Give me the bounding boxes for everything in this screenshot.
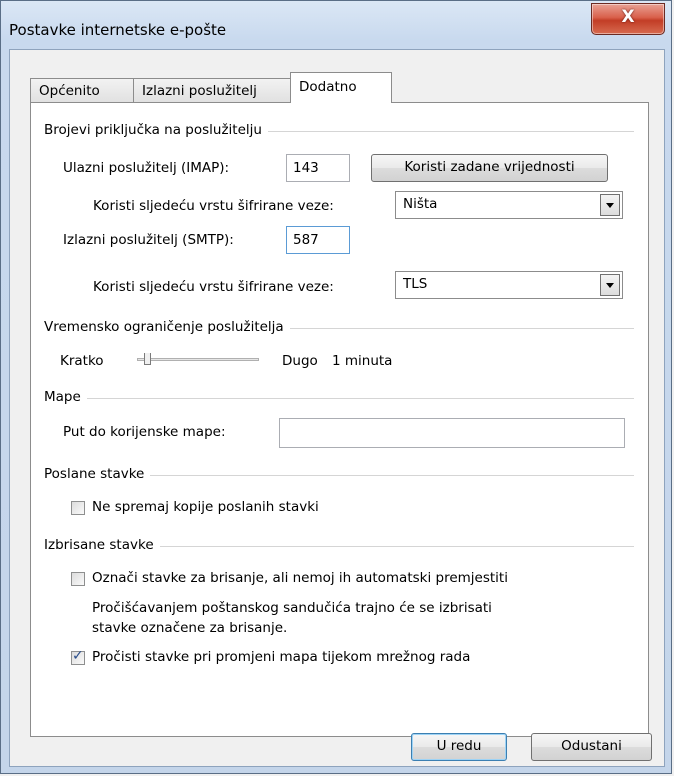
purge-note-line2: stavke označene za brisanje. [92, 620, 288, 636]
section-title: Poslane stavke [44, 466, 145, 482]
section-title: Vremensko ograničenje poslužitelja [44, 319, 284, 335]
section-divider [86, 397, 634, 399]
sent-section-header: Poslane stavke [44, 465, 634, 483]
section-divider [267, 130, 634, 132]
dialog-client: Općenito Izlazni poslužitelj Dodatno Bro… [9, 49, 665, 767]
timeout-slider-track[interactable] [137, 358, 259, 361]
section-divider [289, 327, 634, 329]
root-folder-input[interactable] [279, 418, 625, 448]
incoming-encryption-value: Ništa [403, 196, 438, 212]
timeout-value: 1 minuta [332, 353, 393, 369]
incoming-encryption-label: Koristi sljedeću vrstu šifrirane veze: [93, 198, 334, 214]
outgoing-encryption-label: Koristi sljedeću vrstu šifrirane veze: [93, 279, 334, 295]
section-title: Brojevi priključka na poslužitelju [44, 122, 262, 138]
incoming-port-input[interactable]: 143 [286, 154, 350, 182]
timeout-section-header: Vremensko ograničenje poslužitelja [44, 318, 634, 336]
outgoing-port-input[interactable]: 587 [286, 226, 350, 254]
close-button[interactable]: X [591, 3, 665, 35]
timeout-short-label: Kratko [60, 353, 104, 369]
tab-general[interactable]: Općenito [30, 78, 134, 102]
use-defaults-button[interactable]: Koristi zadane vrijednosti [371, 154, 608, 182]
chevron-down-icon[interactable] [600, 194, 620, 216]
outgoing-encryption-value: TLS [403, 276, 428, 292]
folders-section-header: Mape [44, 388, 634, 406]
mark-for-deletion-label[interactable]: Označi stavke za brisanje, ali nemoj ih … [92, 570, 508, 586]
tab-outgoing-server[interactable]: Izlazni poslužitelj [133, 78, 291, 102]
cancel-button[interactable]: Odustani [531, 733, 652, 761]
window-title: Postavke internetske e-pošte [9, 21, 227, 39]
chevron-down-icon[interactable] [600, 274, 620, 296]
outgoing-server-label: Izlazni poslužitelj (SMTP): [63, 232, 234, 248]
timeout-slider-thumb[interactable] [144, 353, 151, 365]
purge-items-label[interactable]: Pročisti stavke pri promjeni mapa tijeko… [92, 649, 470, 665]
no-sent-copy-checkbox[interactable] [71, 501, 85, 515]
incoming-server-label: Ulazni poslužitelj (IMAP): [63, 160, 230, 176]
tab-advanced[interactable]: Dodatno [290, 72, 392, 103]
dialog-window: Postavke internetske e-pošte X Općenito … [0, 0, 672, 774]
tab-label: Dodatno [299, 79, 357, 95]
tab-label: Izlazni poslužitelj [142, 83, 257, 99]
ok-button[interactable]: U redu [411, 733, 507, 761]
root-folder-label: Put do korijenske mape: [63, 424, 226, 440]
close-icon: X [621, 7, 635, 27]
incoming-encryption-select[interactable]: Ništa [395, 191, 623, 219]
ports-section-header: Brojevi priključka na poslužitelju [44, 121, 634, 139]
section-title: Izbrisane stavke [44, 537, 154, 553]
outgoing-encryption-select[interactable]: TLS [395, 271, 623, 299]
purge-note-line1: Pročišćavanjem poštanskog sandučića traj… [92, 600, 492, 616]
deleted-section-header: Izbrisane stavke [44, 536, 634, 554]
section-divider [159, 545, 634, 547]
section-title: Mape [44, 389, 81, 405]
timeout-long-label: Dugo [282, 353, 318, 369]
purge-items-checkbox[interactable] [71, 648, 85, 665]
section-divider [150, 474, 634, 476]
tab-panel-advanced: Brojevi priključka na poslužitelju Ulazn… [30, 102, 649, 737]
mark-for-deletion-checkbox[interactable] [71, 572, 85, 586]
tab-label: Općenito [39, 83, 100, 99]
no-sent-copy-label[interactable]: Ne spremaj kopije poslanih stavki [92, 499, 319, 515]
title-bar[interactable]: Postavke internetske e-pošte X [1, 1, 671, 49]
